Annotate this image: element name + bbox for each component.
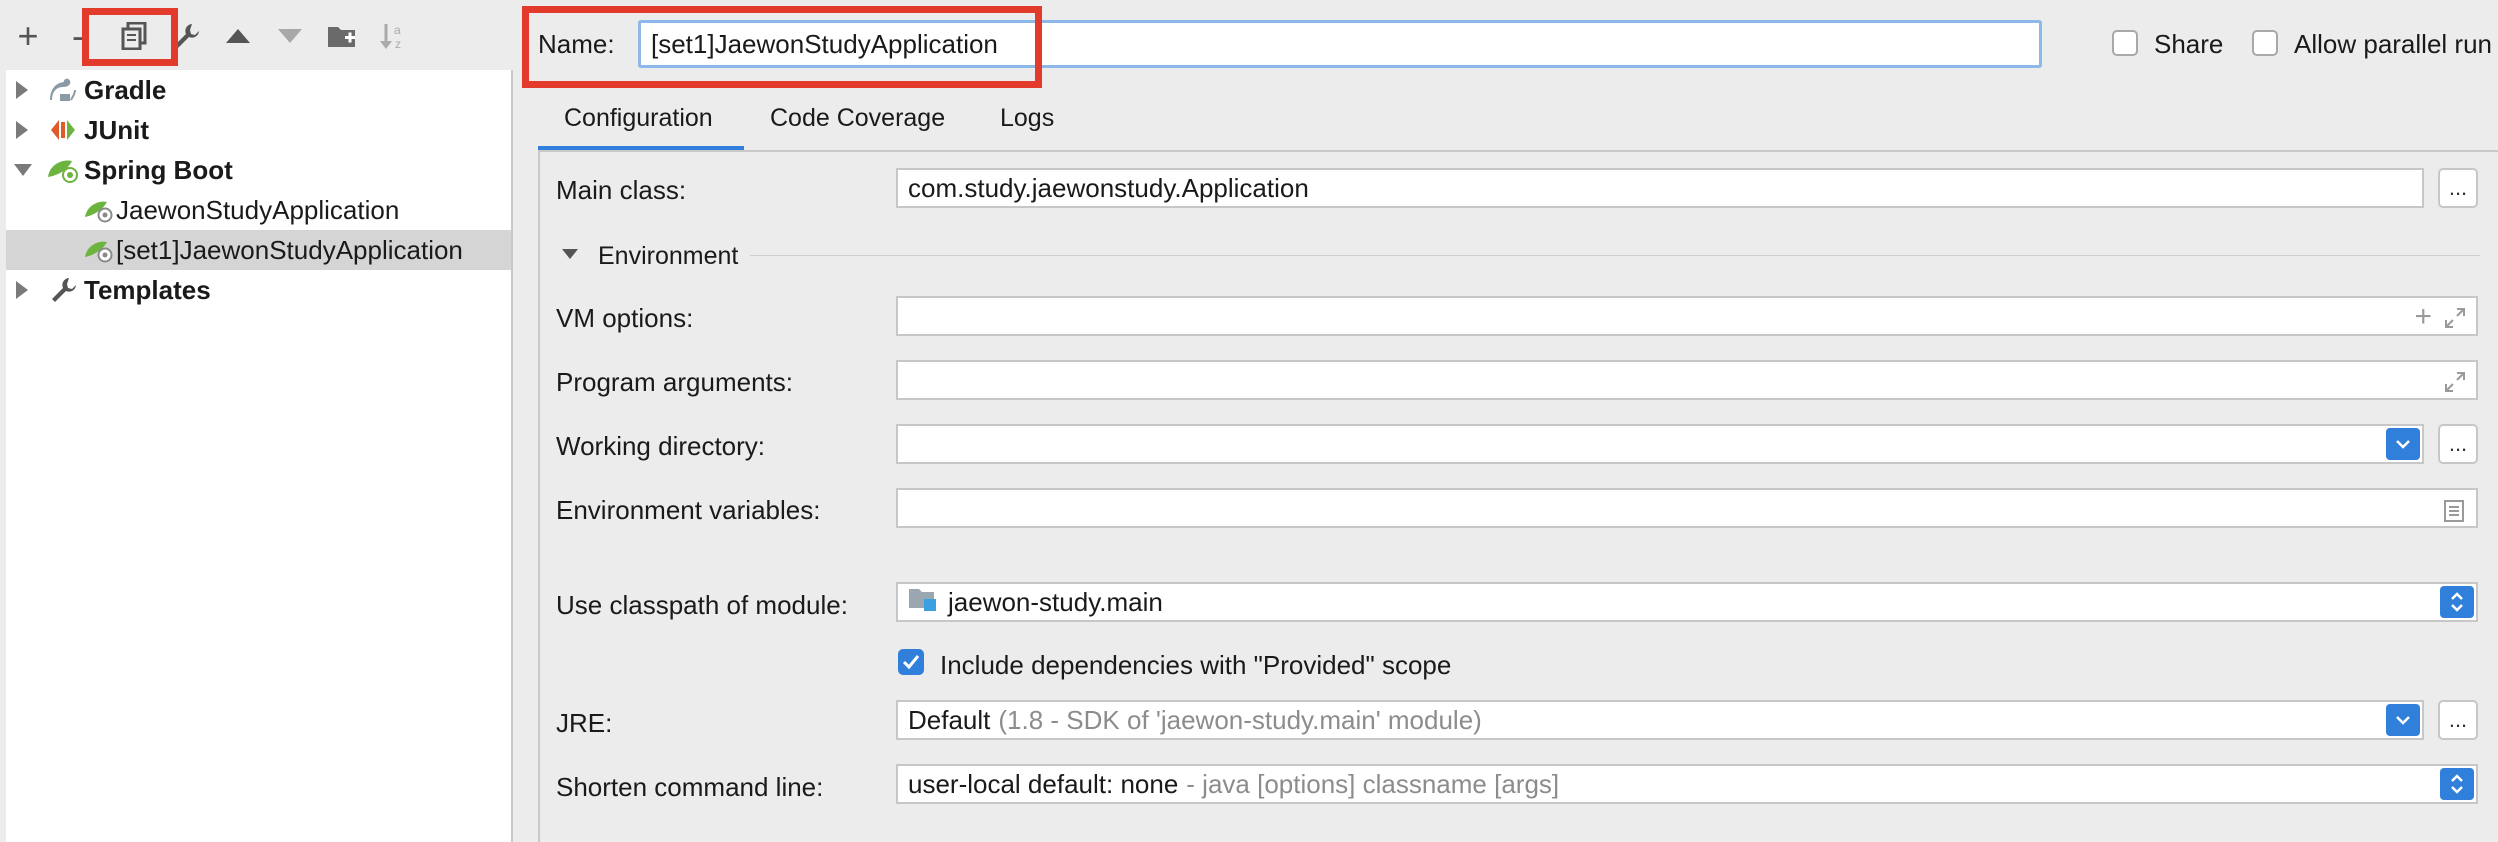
environment-variables-input[interactable] bbox=[896, 488, 2478, 528]
browse-button-label: ... bbox=[2448, 707, 2468, 732]
main-class-value: com.study.jaewonstudy.Application bbox=[908, 172, 1309, 203]
shorten-command-line-value: user-local default: none bbox=[908, 768, 1179, 799]
name-label: Name: bbox=[538, 29, 615, 59]
tree-item-templates[interactable]: Templates bbox=[6, 270, 511, 310]
tree-item-set1-jaewon-app[interactable]: [set1]JaewonStudyApplication bbox=[6, 230, 511, 270]
sort-icon[interactable]: az bbox=[372, 14, 416, 58]
tab-logs[interactable]: Logs bbox=[1000, 104, 1054, 133]
jre-select[interactable]: Default (1.8 - SDK of 'jaewon-study.main… bbox=[896, 700, 2424, 740]
working-directory-label: Working directory: bbox=[556, 431, 766, 461]
expand-icon[interactable] bbox=[2444, 369, 2466, 400]
collapse-arrow-icon[interactable] bbox=[14, 164, 32, 176]
svg-text:a: a bbox=[394, 23, 401, 37]
share-label: Share bbox=[2154, 29, 2224, 59]
spring-boot-run-icon bbox=[82, 195, 116, 225]
spring-boot-icon bbox=[46, 155, 80, 185]
classpath-module-label: Use classpath of module: bbox=[556, 590, 848, 620]
tabs-divider bbox=[538, 150, 2498, 152]
panel-left-border bbox=[538, 152, 540, 842]
tree-item-spring-boot[interactable]: Spring Boot bbox=[6, 150, 511, 190]
tree-item-label: Spring Boot bbox=[84, 154, 233, 185]
jre-browse-button[interactable]: ... bbox=[2438, 700, 2478, 740]
browse-button-label: ... bbox=[2448, 431, 2468, 456]
gradle-icon bbox=[46, 75, 80, 105]
expand-arrow-icon[interactable] bbox=[16, 81, 28, 99]
main-class-browse-button[interactable]: ... bbox=[2438, 168, 2478, 208]
program-arguments-input[interactable] bbox=[896, 360, 2478, 400]
copy-icon[interactable] bbox=[112, 14, 156, 58]
environment-variables-label: Environment variables: bbox=[556, 495, 821, 525]
jre-value: Default bbox=[908, 704, 991, 735]
expand-arrow-icon[interactable] bbox=[16, 281, 28, 299]
list-icon[interactable] bbox=[2444, 498, 2464, 529]
tree-item-junit[interactable]: JUnit bbox=[6, 110, 511, 150]
move-down-icon[interactable] bbox=[268, 14, 312, 58]
main-class-input[interactable]: com.study.jaewonstudy.Application bbox=[896, 168, 2424, 208]
main-class-label: Main class: bbox=[556, 175, 687, 205]
shorten-command-line-hint: - java [options] classname [args] bbox=[1186, 768, 1560, 799]
program-arguments-label: Program arguments: bbox=[556, 367, 793, 397]
shorten-command-line-select[interactable]: user-local default: none - java [options… bbox=[896, 764, 2478, 804]
working-directory-dropdown-button[interactable] bbox=[2386, 428, 2420, 460]
remove-icon[interactable]: - bbox=[56, 14, 100, 58]
new-folder-icon[interactable] bbox=[320, 14, 364, 58]
browse-button-label: ... bbox=[2448, 175, 2468, 200]
environment-divider bbox=[750, 255, 2480, 256]
vm-options-input[interactable]: + bbox=[896, 296, 2478, 336]
expand-arrow-icon[interactable] bbox=[16, 121, 28, 139]
tree-item-label: Gradle bbox=[84, 74, 167, 105]
working-directory-browse-button[interactable]: ... bbox=[2438, 424, 2478, 464]
tab-code-coverage[interactable]: Code Coverage bbox=[770, 104, 945, 133]
tab-configuration[interactable]: Configuration bbox=[564, 104, 713, 133]
updown-chevron-icon bbox=[2451, 592, 2463, 612]
tree-item-label: JUnit bbox=[84, 114, 149, 145]
jre-hint: (1.8 - SDK of 'jaewon-study.main' module… bbox=[998, 704, 1482, 735]
chevron-down-icon bbox=[2396, 716, 2410, 725]
add-icon[interactable]: + bbox=[2414, 300, 2432, 334]
chevron-down-icon bbox=[2396, 440, 2410, 449]
classpath-module-select[interactable]: jaewon-study.main bbox=[896, 582, 2478, 622]
tree-item-jaewon-app[interactable]: JaewonStudyApplication bbox=[6, 190, 511, 230]
include-dependencies-label: Include dependencies with "Provided" sco… bbox=[940, 650, 1452, 680]
toolbar: + - az bbox=[0, 0, 512, 70]
tree-item-label: JaewonStudyApplication bbox=[116, 194, 400, 225]
module-folder-icon bbox=[908, 586, 938, 619]
environment-section-title: Environment bbox=[598, 242, 739, 270]
updown-chevron-icon bbox=[2451, 774, 2463, 794]
classpath-module-dropdown-button[interactable] bbox=[2440, 586, 2474, 618]
environment-collapse-icon[interactable] bbox=[562, 249, 578, 259]
allow-parallel-label: Allow parallel run bbox=[2294, 29, 2492, 59]
junit-icon bbox=[46, 115, 80, 145]
classpath-module-value: jaewon-study.main bbox=[948, 586, 1163, 617]
svg-text:z: z bbox=[395, 37, 401, 50]
shorten-command-line-dropdown-button[interactable] bbox=[2440, 768, 2474, 800]
shorten-command-line-label: Shorten command line: bbox=[556, 772, 824, 802]
jre-label: JRE: bbox=[556, 708, 613, 738]
expand-icon[interactable] bbox=[2444, 305, 2466, 336]
configuration-tree: Gradle JUnit Spring Boot JaewonStudyAppl… bbox=[6, 70, 513, 842]
allow-parallel-checkbox[interactable] bbox=[2252, 30, 2278, 56]
working-directory-input[interactable] bbox=[896, 424, 2424, 464]
spring-boot-run-icon bbox=[82, 235, 116, 265]
move-up-icon[interactable] bbox=[216, 14, 260, 58]
tree-item-label: Templates bbox=[84, 274, 211, 305]
include-dependencies-checkbox[interactable] bbox=[898, 649, 924, 675]
jre-dropdown-button[interactable] bbox=[2386, 704, 2420, 736]
checkmark-icon bbox=[902, 655, 920, 670]
name-input[interactable]: [set1]JaewonStudyApplication bbox=[638, 20, 2042, 68]
share-checkbox[interactable] bbox=[2112, 30, 2138, 56]
tree-item-label: [set1]JaewonStudyApplication bbox=[116, 234, 463, 265]
vm-options-label: VM options: bbox=[556, 303, 694, 333]
tree-item-gradle[interactable]: Gradle bbox=[6, 70, 511, 110]
add-icon[interactable]: + bbox=[6, 14, 50, 58]
wrench-icon[interactable] bbox=[164, 14, 208, 58]
name-input-value: [set1]JaewonStudyApplication bbox=[651, 28, 998, 59]
wrench-icon bbox=[46, 275, 80, 305]
